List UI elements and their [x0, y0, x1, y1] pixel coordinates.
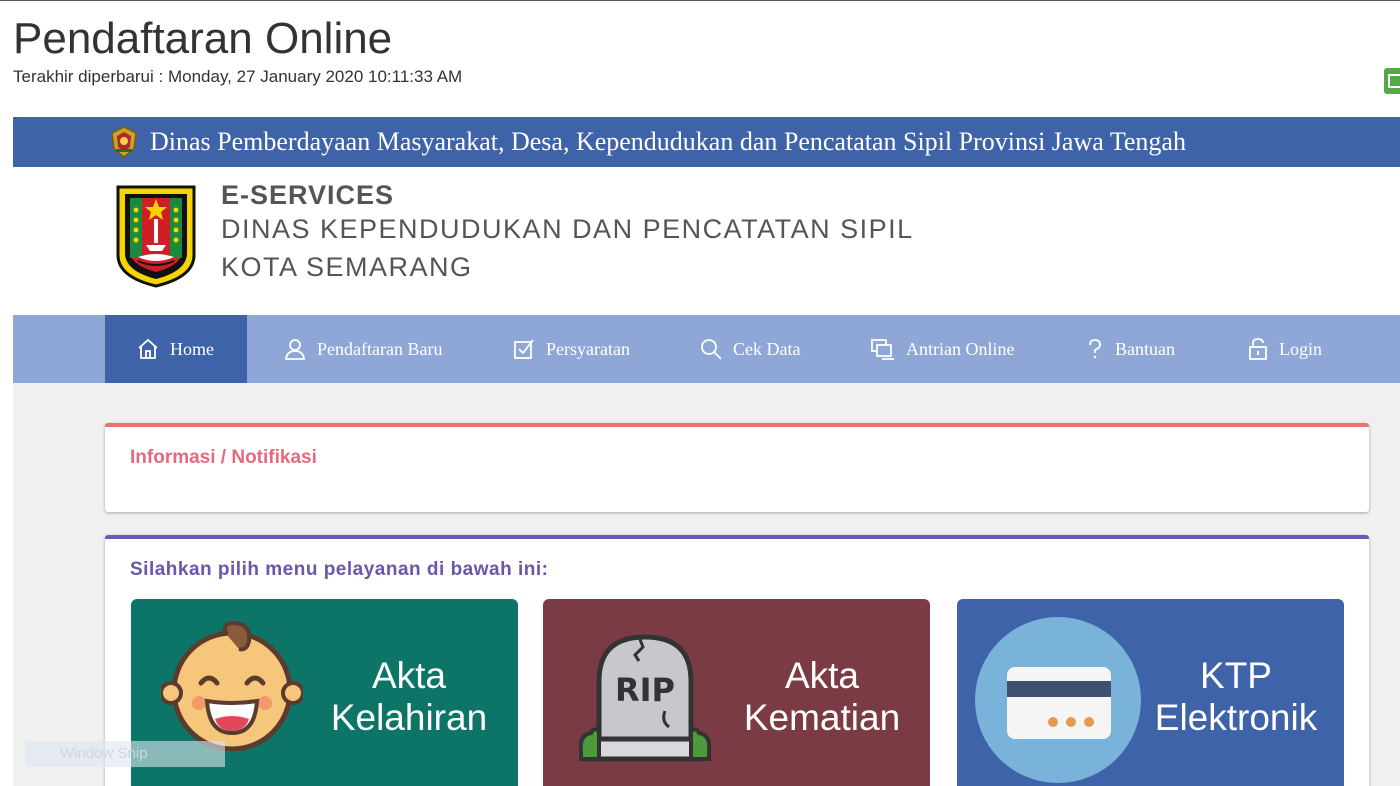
nav-item-home[interactable]: Home	[105, 315, 247, 383]
lock-icon	[1249, 338, 1267, 360]
top-rule	[0, 0, 1400, 1]
nav-item-login[interactable]: Login	[1247, 315, 1322, 383]
nav-item-persyaratan[interactable]: Persyaratan	[512, 315, 630, 383]
help-icon	[1089, 339, 1101, 359]
queue-icon	[871, 339, 894, 360]
home-icon	[138, 338, 158, 359]
page-title: Pendaftaran Online	[13, 14, 393, 63]
nav-label: Login	[1279, 338, 1322, 359]
info-heading: Informasi / Notifikasi	[130, 447, 317, 468]
tombstone-icon: RIP	[578, 634, 712, 762]
tile-label-line2: Kematian	[743, 697, 901, 738]
tile-label-line2: Elektronik	[1154, 697, 1318, 738]
province-banner: Dinas Pemberdayaan Masyarakat, Desa, Kep…	[13, 117, 1400, 167]
checkbox-icon	[514, 339, 534, 359]
nav-item-antrian-online[interactable]: Antrian Online	[870, 315, 1014, 383]
tile-label: Akta Kematian	[722, 655, 922, 739]
nav-item-cek-data[interactable]: Cek Data	[699, 315, 800, 383]
tile-label-line2: Kelahiran	[330, 697, 488, 738]
tile-label: KTP Elektronik	[1136, 655, 1336, 739]
service-menu-heading: Silahkan pilih menu pelayanan di bawah i…	[130, 559, 549, 580]
city-logo	[116, 185, 196, 288]
brand-block: E-SERVICES DINAS KEPENDUDUKAN DAN PENCAT…	[221, 180, 914, 286]
nav-label: Cek Data	[733, 338, 801, 359]
id-card-icon	[975, 617, 1141, 783]
print-icon[interactable]	[1384, 68, 1400, 94]
search-icon	[701, 339, 722, 360]
baby-icon	[161, 621, 303, 751]
nav-item-bantuan[interactable]: Bantuan	[1085, 315, 1175, 383]
tombstone-text: RIP	[615, 671, 675, 709]
tile-label: Akta Kelahiran	[309, 655, 509, 739]
nav-label: Pendaftaran Baru	[317, 338, 443, 359]
tile-label-line1: Akta	[784, 655, 860, 696]
nav-item-pendaftaran-baru[interactable]: Pendaftaran Baru	[283, 315, 442, 383]
user-icon	[284, 339, 306, 360]
brand-line-eservices: E-SERVICES	[221, 180, 395, 210]
nav-label: Antrian Online	[906, 338, 1015, 359]
tile-akta-kematian[interactable]: RIP Akta Kematian	[543, 599, 930, 786]
tile-label-line1: Akta	[371, 655, 447, 696]
last-updated: Terakhir diperbarui : Monday, 27 January…	[13, 67, 463, 86]
nav-label: Home	[170, 338, 214, 359]
tile-label-line1: KTP	[1200, 655, 1272, 696]
province-emblem-icon	[111, 126, 137, 158]
window-snip-watermark: Window Snip	[25, 741, 225, 767]
main-nav: Home Pendaftaran Baru Persyaratan Cek Da…	[13, 315, 1400, 383]
brand-line-dinas: DINAS KEPENDUDUKAN DAN PENCATATAN SIPIL	[221, 214, 914, 244]
brand-line-city: KOTA SEMARANG	[221, 252, 473, 282]
tile-ktp-elektronik[interactable]: KTP Elektronik	[957, 599, 1344, 786]
info-panel: Informasi / Notifikasi	[105, 423, 1369, 512]
nav-label: Bantuan	[1115, 338, 1175, 359]
banner-text: Dinas Pemberdayaan Masyarakat, Desa, Kep…	[150, 127, 1186, 156]
nav-label: Persyaratan	[546, 338, 630, 359]
